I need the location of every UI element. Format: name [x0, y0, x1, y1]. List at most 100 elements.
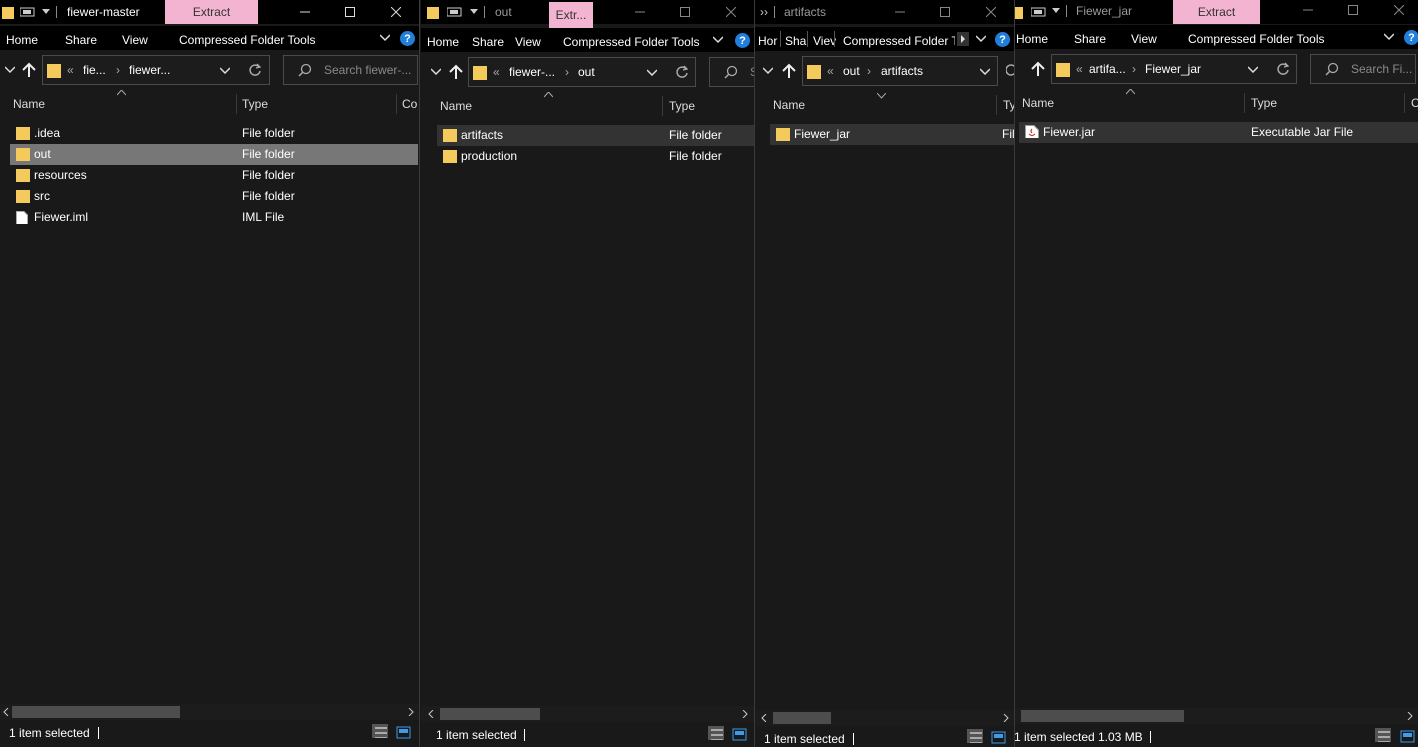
extract-tab[interactable]: Extract	[165, 0, 258, 24]
tab-view[interactable]: Viev	[813, 34, 836, 48]
expand-ribbon-icon[interactable]	[1384, 33, 1394, 43]
scroll-left-icon[interactable]	[428, 710, 434, 718]
title-bar[interactable]: out Extr...	[421, 0, 755, 28]
tab-compressed-folder-tools[interactable]: Compressed Folder Tools	[563, 35, 700, 49]
recent-locations-icon[interactable]	[5, 66, 15, 74]
scrollbar-thumb[interactable]	[773, 712, 831, 724]
quick-access-icon[interactable]	[1031, 6, 1049, 18]
list-item[interactable]: Fiewer_jar Fil	[770, 124, 1015, 145]
tab-home[interactable]: Home	[427, 35, 459, 49]
close-button[interactable]	[1389, 0, 1409, 20]
tab-share[interactable]: Sha	[785, 34, 806, 48]
list-item[interactable]: Fiewer.jar Executable Jar File	[1019, 122, 1418, 143]
horizontal-scrollbar[interactable]	[0, 704, 420, 720]
breadcrumb-segment[interactable]: artifacts	[881, 64, 923, 78]
tab-compressed-folder-tools[interactable]: Compressed Folder Tools	[179, 33, 316, 47]
maximize-button[interactable]	[675, 2, 695, 22]
up-arrow-icon[interactable]	[449, 64, 463, 80]
breadcrumb-segment[interactable]: out	[843, 64, 860, 78]
horizontal-scrollbar[interactable]	[421, 706, 755, 722]
quick-access-icon[interactable]	[20, 6, 38, 18]
refresh-icon[interactable]	[248, 63, 262, 77]
minimize-button[interactable]	[890, 2, 910, 22]
tab-view[interactable]: View	[1131, 32, 1157, 46]
chevron-down-icon[interactable]	[220, 67, 230, 74]
maximize-button[interactable]	[1343, 0, 1363, 20]
list-item[interactable]: resources File folder	[10, 165, 418, 186]
help-icon[interactable]: ?	[1404, 30, 1418, 45]
minimize-button[interactable]	[295, 2, 315, 22]
search-box[interactable]: Search fiewer-...	[283, 55, 418, 85]
scroll-right-icon[interactable]	[1003, 714, 1009, 722]
title-bar[interactable]: fiewer-master Extract	[0, 0, 420, 24]
details-view-icon[interactable]	[1375, 728, 1391, 742]
title-bar[interactable]: ›› artifacts	[755, 0, 1015, 24]
address-bar[interactable]: « fiewer-... › out	[468, 57, 696, 87]
up-arrow-icon[interactable]	[22, 62, 36, 78]
list-item[interactable]: src File folder	[10, 186, 418, 207]
column-header-type[interactable]: Type	[1251, 96, 1277, 110]
scroll-left-icon[interactable]	[761, 714, 767, 722]
close-button[interactable]	[981, 2, 1001, 22]
more-icon[interactable]: ››	[760, 5, 768, 19]
horizontal-scrollbar[interactable]	[755, 710, 1015, 726]
title-bar[interactable]: Fiewer_jar Extract	[1015, 0, 1418, 24]
tab-share[interactable]: Share	[65, 33, 97, 47]
refresh-icon[interactable]	[675, 65, 689, 79]
chevron-down-icon[interactable]	[1248, 66, 1258, 73]
column-header-name[interactable]: Name	[440, 99, 472, 113]
address-bar[interactable]: « out › artifacts	[802, 56, 998, 86]
scroll-right-icon[interactable]	[742, 710, 748, 718]
large-icons-view-icon[interactable]	[991, 731, 1007, 745]
breadcrumb-segment[interactable]: fiewer-...	[509, 65, 555, 79]
large-icons-view-icon[interactable]	[1400, 730, 1416, 744]
search-box[interactable]: S	[709, 57, 755, 87]
scroll-left-icon[interactable]	[3, 708, 9, 716]
chevron-down-icon[interactable]	[980, 68, 990, 75]
up-arrow-icon[interactable]	[1031, 61, 1045, 77]
search-input[interactable]: Search fiewer-...	[324, 63, 411, 77]
help-icon[interactable]: ?	[735, 33, 750, 48]
search-box[interactable]: Search Fi...	[1310, 54, 1416, 84]
address-bar[interactable]: « artifa... › Fiewer_jar	[1051, 54, 1297, 84]
expand-ribbon-icon[interactable]	[713, 36, 723, 46]
tab-home[interactable]: Home	[6, 33, 38, 47]
large-icons-view-icon[interactable]	[732, 728, 748, 742]
tab-home[interactable]: Home	[1016, 32, 1048, 46]
list-item[interactable]: out File folder	[10, 144, 418, 165]
breadcrumb-segment[interactable]: fiewer...	[129, 63, 170, 77]
breadcrumb-segment[interactable]: artifa...	[1089, 62, 1126, 76]
tab-compressed-folder-tools[interactable]: Compressed Folder Tc	[843, 34, 955, 48]
tab-share[interactable]: Share	[1074, 32, 1106, 46]
minimize-button[interactable]	[1298, 0, 1318, 20]
horizontal-scrollbar[interactable]	[1015, 708, 1418, 724]
minimize-button[interactable]	[630, 2, 650, 22]
column-header-extra[interactable]: Co	[402, 97, 417, 111]
dropdown-arrow-icon[interactable]	[1052, 8, 1060, 14]
search-input[interactable]: Search Fi...	[1351, 62, 1412, 76]
chevron-down-icon[interactable]	[647, 69, 657, 76]
ribbon-scroll-right-icon[interactable]	[957, 32, 969, 46]
refresh-icon[interactable]	[1276, 62, 1290, 76]
close-button[interactable]	[721, 2, 741, 22]
column-header-name[interactable]: Name	[13, 97, 45, 111]
tab-view[interactable]: View	[122, 33, 148, 47]
breadcrumb-segment[interactable]: fie...	[83, 63, 106, 77]
dropdown-arrow-icon[interactable]	[470, 9, 478, 15]
list-item[interactable]: artifacts File folder	[437, 125, 755, 146]
recent-locations-icon[interactable]	[431, 68, 441, 76]
help-icon[interactable]: ?	[400, 31, 415, 46]
scrollbar-thumb[interactable]	[12, 706, 180, 718]
scrollbar-thumb[interactable]	[1021, 710, 1184, 722]
dropdown-arrow-icon[interactable]	[42, 9, 50, 15]
maximize-button[interactable]	[340, 2, 360, 22]
column-header-extra[interactable]: C	[1411, 96, 1418, 110]
column-header-name[interactable]: Name	[773, 98, 805, 112]
column-header-type[interactable]: Type	[669, 99, 695, 113]
extract-tab[interactable]: Extract	[1173, 0, 1260, 24]
expand-ribbon-icon[interactable]	[976, 35, 986, 45]
scroll-right-icon[interactable]	[408, 708, 414, 716]
list-item[interactable]: Fiewer.iml IML File	[10, 207, 418, 228]
column-header-type[interactable]: Type	[242, 97, 268, 111]
column-header-name[interactable]: Name	[1022, 96, 1054, 110]
